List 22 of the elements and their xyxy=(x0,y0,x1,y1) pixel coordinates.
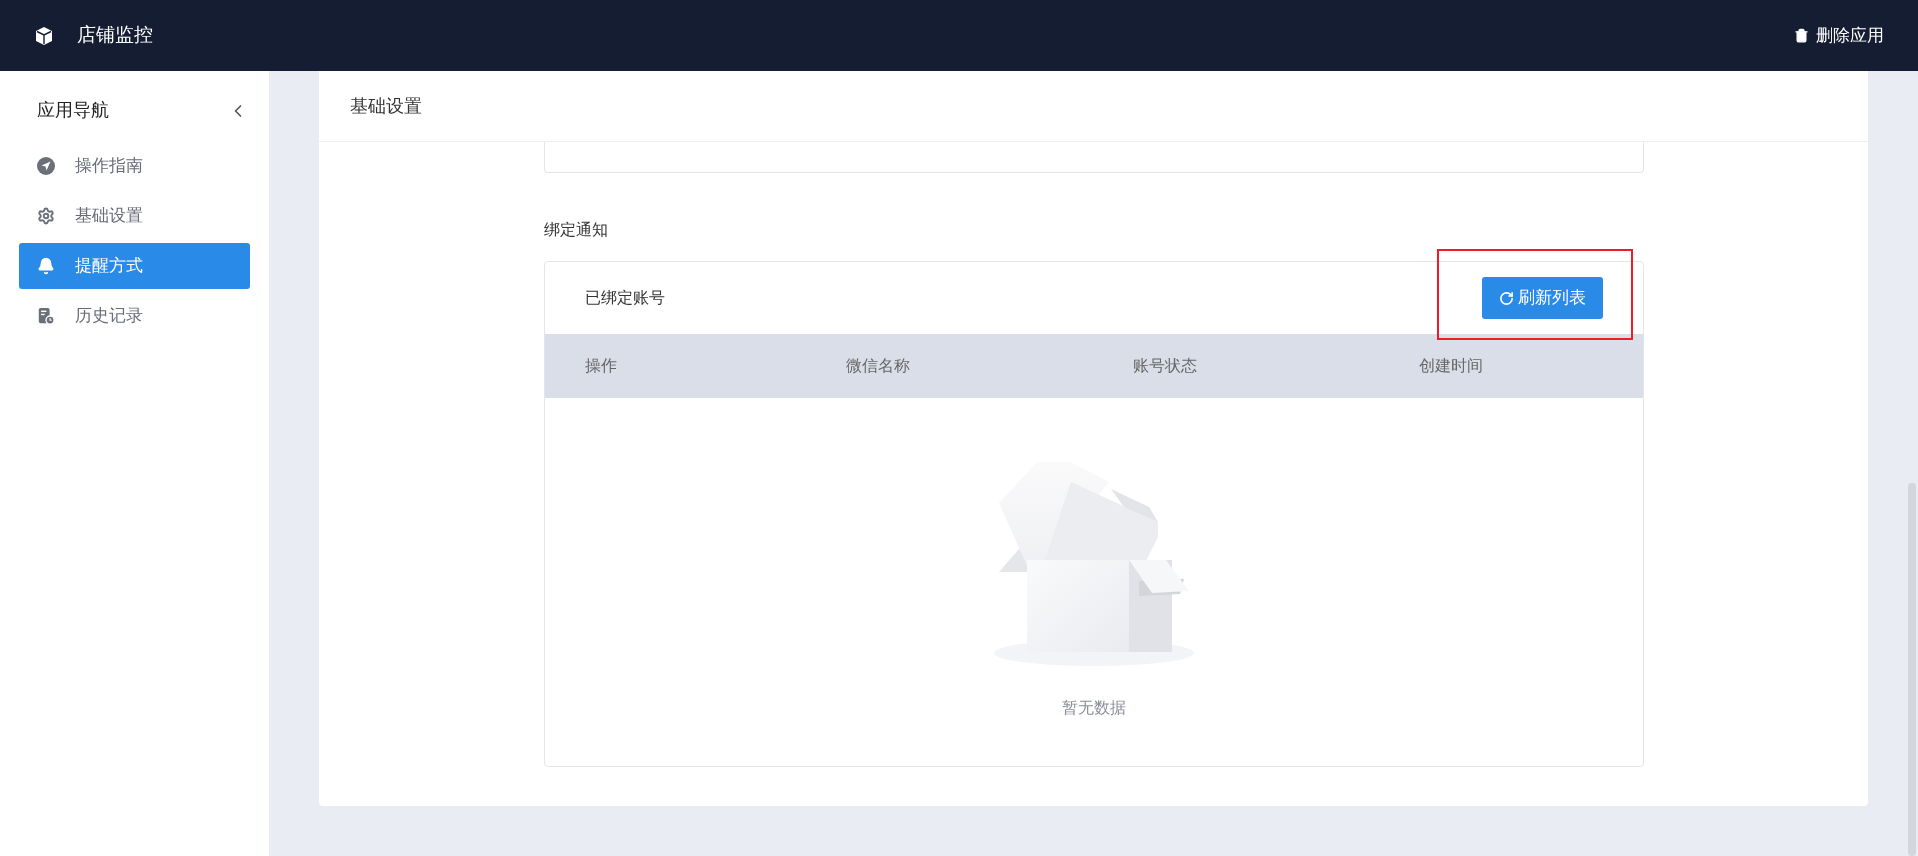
refresh-list-button[interactable]: 刷新列表 xyxy=(1481,277,1603,319)
empty-text: 暂无数据 xyxy=(1061,698,1126,718)
column-header: 账号状态 xyxy=(1132,356,1198,376)
sidebar-item[interactable]: 操作指南 xyxy=(19,143,250,189)
refresh-icon xyxy=(1498,290,1514,306)
section-title: 绑定通知 xyxy=(543,220,609,240)
sidebar-item[interactable]: 基础设置 xyxy=(19,193,250,239)
sidebar-title: 应用导航 xyxy=(37,99,109,122)
column-header: 操作 xyxy=(584,356,618,376)
sidebar-item[interactable]: 提醒方式 xyxy=(19,243,250,289)
table-title: 已绑定账号 xyxy=(584,288,665,308)
column-header: 创建时间 xyxy=(1418,356,1484,376)
tab-title[interactable]: 基础设置 xyxy=(350,92,422,120)
settings-icon xyxy=(37,207,55,225)
column-header: 微信名称 xyxy=(845,356,911,376)
app-title: 店铺监控 xyxy=(77,23,153,48)
bell-icon xyxy=(37,257,55,275)
document-clock-icon xyxy=(37,307,55,325)
sidebar-item[interactable]: 历史记录 xyxy=(19,293,250,339)
trash-icon xyxy=(1794,28,1809,43)
delete-app-button[interactable]: 删除应用 xyxy=(1794,22,1884,49)
cube-icon xyxy=(34,25,54,46)
